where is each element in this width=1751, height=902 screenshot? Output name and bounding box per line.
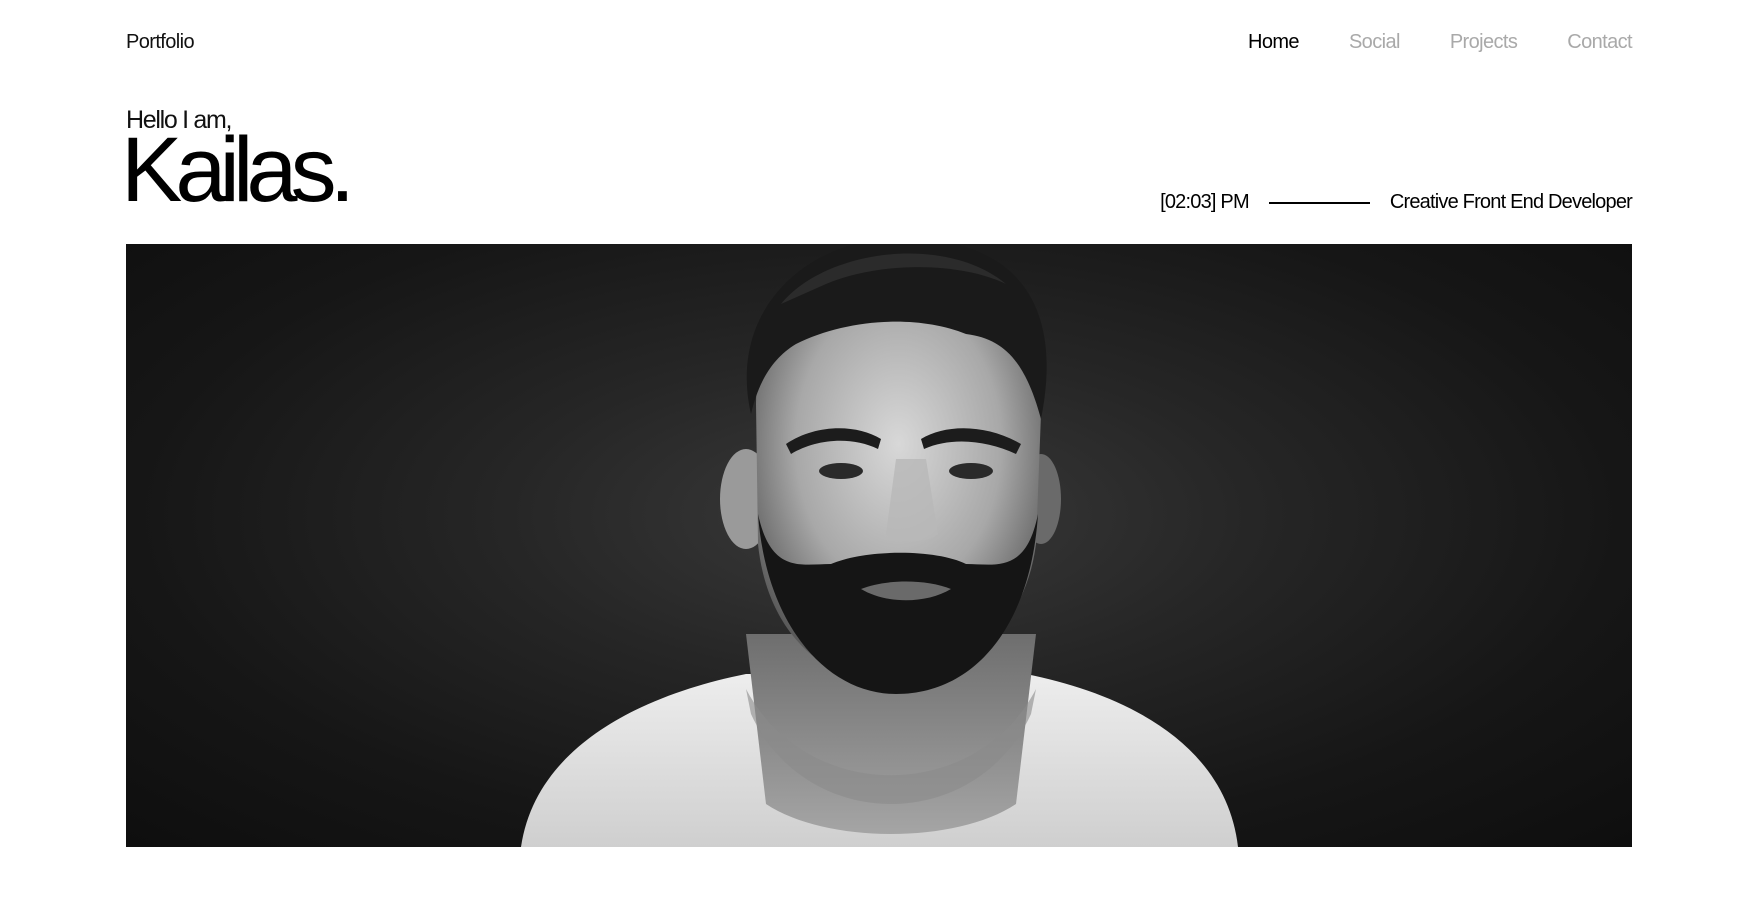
hero-portrait-image xyxy=(126,244,1632,847)
role-title: Creative Front End Developer xyxy=(1389,191,1633,213)
hero-name-heading: Kailas. xyxy=(121,119,355,221)
nav-item-home[interactable]: Home xyxy=(1248,31,1300,54)
divider-line xyxy=(1268,201,1370,204)
intro-meta: [02:03] PM Creative Front End Developer xyxy=(1160,191,1633,214)
local-time: [02:03] PM xyxy=(1160,191,1250,213)
nav-item-contact[interactable]: Contact xyxy=(1567,31,1632,54)
portfolio-page: Portfolio Home Social Projects Contact H… xyxy=(0,0,1751,902)
nav-item-projects[interactable]: Projects xyxy=(1450,31,1518,54)
nav-item-social[interactable]: Social xyxy=(1349,31,1400,54)
brand-logo-link[interactable]: Portfolio xyxy=(126,31,195,54)
portrait-illustration xyxy=(521,244,1238,847)
main-nav: Home Social Projects Contact xyxy=(1248,31,1633,54)
